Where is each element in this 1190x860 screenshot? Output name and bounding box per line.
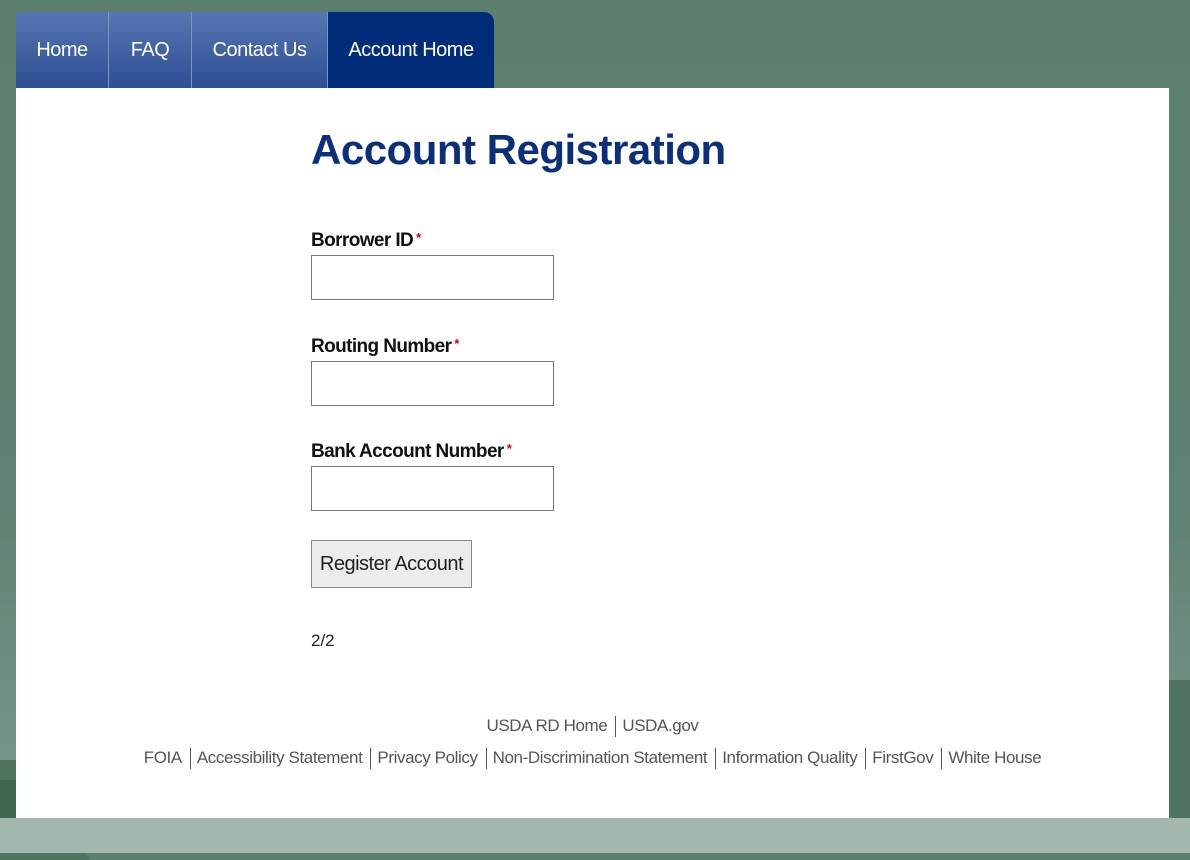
- footer-separator: [865, 748, 867, 770]
- field-label-text: Borrower ID: [311, 230, 414, 251]
- footer-link-usda-rd-home[interactable]: USDA RD Home: [486, 716, 607, 735]
- footer-links-secondary: FOIA Accessibility Statement Privacy Polic…: [16, 748, 1169, 770]
- required-marker: *: [454, 336, 459, 351]
- footer-link-usda-gov[interactable]: USDA.gov: [622, 716, 699, 735]
- routing-number-input[interactable]: [311, 361, 554, 406]
- footer-separator: [189, 748, 191, 770]
- register-account-button[interactable]: Register Account: [311, 540, 472, 588]
- tab-home[interactable]: Home: [16, 12, 109, 88]
- field-label-text: Routing Number: [311, 336, 452, 357]
- footer-separator: [715, 748, 717, 770]
- footer-separator: [370, 748, 372, 770]
- bank-account-number-input[interactable]: [311, 466, 554, 511]
- tab-account-home[interactable]: Account Home: [328, 12, 494, 88]
- content-panel: [16, 88, 1169, 818]
- footer-link-privacy-policy[interactable]: Privacy Policy: [377, 748, 478, 767]
- borrower-id-input[interactable]: [311, 255, 554, 300]
- tab-faq[interactable]: FAQ: [109, 12, 192, 88]
- page-title: Account Registration: [311, 126, 726, 173]
- bank-account-number-label: Bank Account Number *: [311, 441, 512, 463]
- background-band: [0, 818, 1190, 853]
- page-indicator: 2/2: [311, 631, 335, 650]
- footer-link-foia[interactable]: FOIA: [144, 748, 182, 767]
- footer-links-primary: USDA RD Home USDA.gov: [16, 716, 1169, 738]
- footer-link-information-quality[interactable]: Information Quality: [722, 748, 857, 767]
- footer-link-non-discrimination-statement[interactable]: Non-Discrimination Statement: [493, 748, 708, 767]
- required-marker: *: [416, 230, 421, 245]
- footer-link-white-house[interactable]: White House: [948, 748, 1041, 767]
- field-label-text: Bank Account Number: [311, 441, 504, 462]
- footer-link-accessibility-statement[interactable]: Accessibility Statement: [197, 748, 363, 767]
- routing-number-label: Routing Number *: [311, 336, 460, 358]
- tab-contact-us[interactable]: Contact Us: [192, 12, 328, 88]
- footer-link-firstgov[interactable]: FirstGov: [872, 748, 933, 767]
- borrower-id-label: Borrower ID *: [311, 230, 421, 252]
- top-nav: Home FAQ Contact Us Account Home: [16, 12, 494, 88]
- footer-separator: [615, 716, 617, 738]
- footer-separator: [485, 748, 487, 770]
- footer-separator: [941, 748, 943, 770]
- required-marker: *: [506, 441, 512, 456]
